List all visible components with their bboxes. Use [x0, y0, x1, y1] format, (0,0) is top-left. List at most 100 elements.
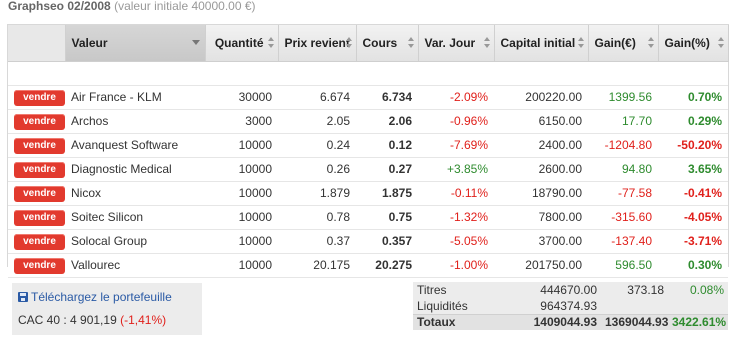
- daily-variation: +3.85%: [418, 157, 494, 182]
- quantity: 10000: [205, 133, 278, 158]
- sort-icon: [407, 37, 415, 49]
- quantity: 10000: [205, 157, 278, 182]
- portfolio-table: Valeur Quantité Prix revient Cours Var. …: [8, 25, 729, 278]
- sell-button[interactable]: vendre: [14, 209, 65, 226]
- sell-cell: vendre: [8, 85, 65, 110]
- cac40-change: (-1,41%): [120, 313, 167, 327]
- quantity: 10000: [205, 205, 278, 230]
- quantity: 10000: [205, 229, 278, 254]
- gain-eur: -315.60: [588, 205, 658, 230]
- daily-variation: -7.69%: [418, 133, 494, 158]
- daily-variation: -0.96%: [418, 109, 494, 134]
- quantity: 3000: [205, 109, 278, 134]
- portfolio-initial-value: (valeur initiale 40000.00 €): [114, 0, 256, 13]
- gain-eur: 596.50: [588, 253, 658, 278]
- totals-table: Titres 444670.00 373.18 0.08% Liquidités…: [413, 282, 728, 330]
- stock-name: Archos: [65, 109, 205, 134]
- cost-price: 0.37: [278, 229, 356, 254]
- header-valeur[interactable]: Valeur: [65, 25, 206, 62]
- table-row: vendre Avanquest Software 10000 0.24 0.12 -7.…: [8, 133, 728, 158]
- gain-pct: 0.70%: [658, 85, 728, 110]
- sell-button[interactable]: vendre: [14, 161, 65, 178]
- gain-eur: 17.70: [588, 109, 658, 134]
- daily-variation: -0.11%: [418, 181, 494, 206]
- current-price: 6.734: [356, 85, 418, 110]
- header-capital-initial[interactable]: Capital initial: [494, 25, 589, 62]
- table-row: vendre Vallourec 10000 20.175 20.275 -1.00% 20…: [8, 253, 728, 278]
- current-price: 0.357: [356, 229, 418, 254]
- download-box: Téléchargez le portefeuille CAC 40 : 4 9…: [12, 283, 202, 335]
- daily-variation: -1.00%: [418, 253, 494, 278]
- gain-pct: -4.05%: [658, 205, 728, 230]
- gain-pct: -50.20%: [658, 133, 728, 158]
- portfolio-title: Graphseo 02/2008 (valeur initiale 40000.…: [8, 0, 256, 14]
- cac40-value: 4 901,19: [70, 313, 117, 327]
- cost-price: 0.26: [278, 157, 356, 182]
- cost-price: 2.05: [278, 109, 356, 134]
- initial-capital: 6150.00: [494, 109, 588, 134]
- gain-eur: 1399.56: [588, 85, 658, 110]
- gain-pct: 3.65%: [658, 157, 728, 182]
- header-cours[interactable]: Cours: [356, 25, 419, 62]
- portfolio-name: Graphseo 02/2008: [8, 0, 111, 13]
- quantity: 10000: [205, 253, 278, 278]
- sell-cell: vendre: [8, 109, 65, 134]
- stock-name: Solocal Group: [65, 229, 205, 254]
- sell-button[interactable]: vendre: [14, 257, 65, 274]
- header-gain-eur[interactable]: Gain(€): [588, 25, 659, 62]
- sell-cell: vendre: [8, 205, 65, 230]
- sell-cell: vendre: [8, 253, 65, 278]
- sell-cell: vendre: [8, 133, 65, 158]
- stock-name: Soitec Silicon: [65, 205, 205, 230]
- initial-capital: 201750.00: [494, 253, 588, 278]
- gain-pct: -0.41%: [658, 181, 728, 206]
- sell-button[interactable]: vendre: [14, 233, 65, 250]
- table-spacer: [8, 61, 728, 86]
- daily-variation: -2.09%: [418, 85, 494, 110]
- cac40-label: CAC 40 :: [18, 313, 67, 327]
- cac40-indicator: CAC 40 : 4 901,19 (-1,41%): [18, 313, 196, 327]
- table-row: vendre Archos 3000 2.05 2.06 -0.96% 6150.00 17.…: [8, 109, 728, 134]
- sell-cell: vendre: [8, 181, 65, 206]
- header-actions: [8, 25, 66, 62]
- stock-name: Nicox: [65, 181, 205, 206]
- sell-button[interactable]: vendre: [14, 113, 65, 130]
- sell-button[interactable]: vendre: [14, 185, 65, 202]
- sell-button[interactable]: vendre: [14, 137, 65, 154]
- table-row: vendre Soitec Silicon 10000 0.78 0.75 -1.32% 7…: [8, 205, 728, 230]
- gain-pct: 0.30%: [658, 253, 728, 278]
- sell-cell: vendre: [8, 229, 65, 254]
- gain-eur: -77.58: [588, 181, 658, 206]
- totals-row-titres: Titres 444670.00 373.18 0.08%: [413, 282, 728, 298]
- table-row: vendre Solocal Group 10000 0.37 0.357 -5.05% 3…: [8, 229, 728, 254]
- initial-capital: 2400.00: [494, 133, 588, 158]
- initial-capital: 3700.00: [494, 229, 588, 254]
- totals-row-liquidites: Liquidités 964374.93: [413, 298, 728, 314]
- portfolio-table-panel: Valeur Quantité Prix revient Cours Var. …: [7, 24, 729, 278]
- sort-icon: [577, 37, 585, 49]
- current-price: 0.75: [356, 205, 418, 230]
- stock-name: Air France - KLM: [65, 85, 205, 110]
- gain-pct: 0.29%: [658, 109, 728, 134]
- gain-eur: -1204.80: [588, 133, 658, 158]
- download-portfolio-link[interactable]: Téléchargez le portefeuille: [18, 289, 196, 305]
- daily-variation: -1.32%: [418, 205, 494, 230]
- stock-name: Vallourec: [65, 253, 205, 278]
- table-row: vendre Air France - KLM 30000 6.674 6.734 -2.…: [8, 85, 728, 110]
- header-gain-pct[interactable]: Gain(%): [658, 25, 729, 62]
- initial-capital: 2600.00: [494, 157, 588, 182]
- sell-cell: vendre: [8, 157, 65, 182]
- download-portfolio-label: Téléchargez le portefeuille: [31, 290, 172, 304]
- sort-icon: [717, 37, 725, 49]
- sort-down-icon: [191, 40, 200, 45]
- header-prix-revient[interactable]: Prix revient: [278, 25, 357, 62]
- sort-icon: [345, 37, 353, 49]
- sort-icon: [483, 37, 491, 49]
- header-quantite[interactable]: Quantité: [205, 25, 279, 62]
- sell-button[interactable]: vendre: [14, 89, 65, 106]
- cost-price: 6.674: [278, 85, 356, 110]
- table-header-row: Valeur Quantité Prix revient Cours Var. …: [8, 25, 729, 62]
- header-var-jour[interactable]: Var. Jour: [418, 25, 495, 62]
- sort-icon: [267, 37, 275, 49]
- current-price: 0.27: [356, 157, 418, 182]
